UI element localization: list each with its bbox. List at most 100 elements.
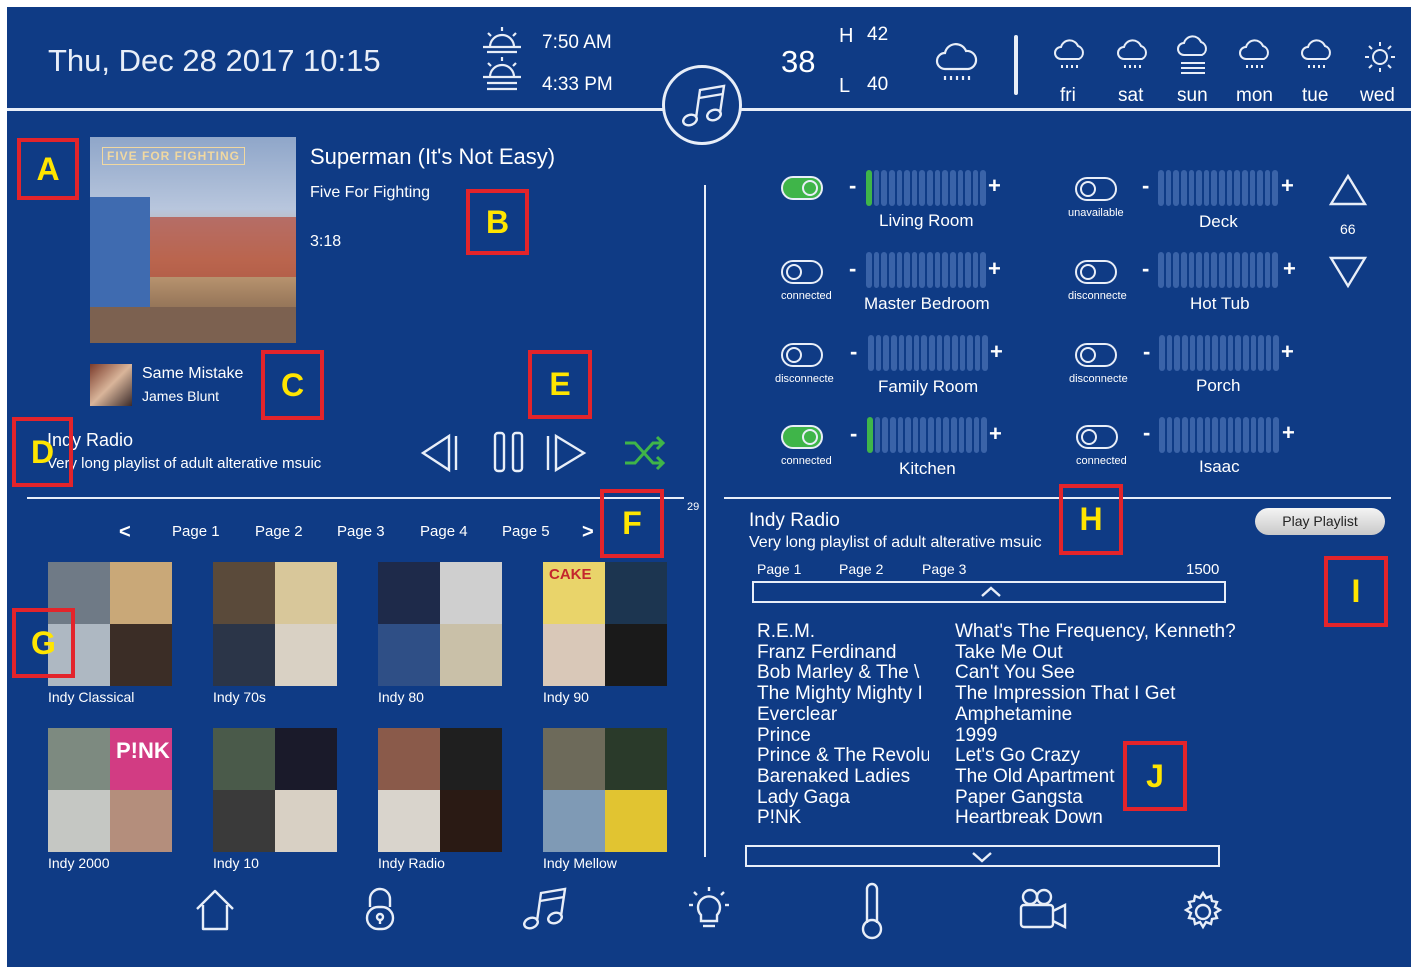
zone-minus-button[interactable]: - — [1142, 256, 1149, 282]
zone-plus-button[interactable]: + — [989, 421, 1002, 447]
browser-page-link[interactable]: Page 1 — [172, 523, 220, 540]
zone-plus-button[interactable]: + — [988, 256, 1001, 282]
zone-toggle[interactable] — [1075, 260, 1117, 284]
browser-page-link[interactable]: Page 3 — [337, 523, 385, 540]
track-title-cell[interactable]: The Impression That I Get — [955, 683, 1175, 705]
previous-icon[interactable] — [419, 432, 463, 479]
zone-volume-bar[interactable] — [1159, 416, 1279, 454]
zone-volume-bar[interactable] — [867, 416, 987, 454]
volume-segment — [883, 335, 889, 371]
track-artist-cell[interactable]: Lady Gaga — [757, 787, 929, 809]
track-artist-cell[interactable]: Bob Marley & The \ — [757, 662, 929, 684]
zone-toggle[interactable] — [1076, 425, 1118, 449]
camera-icon[interactable] — [1018, 887, 1068, 936]
browser-prev-button[interactable]: < — [119, 521, 131, 544]
track-artist-cell[interactable]: P!NK — [757, 807, 929, 829]
play-playlist-button[interactable]: Play Playlist — [1255, 508, 1385, 535]
browser-page-link[interactable]: Page 5 — [502, 523, 550, 540]
track-title-cell[interactable]: Take Me Out — [955, 642, 1063, 664]
playlist-tile-label: Indy 90 — [543, 689, 589, 705]
music-mode-button[interactable] — [662, 65, 742, 145]
track-title-cell[interactable]: 1999 — [955, 725, 997, 747]
app-panel: Thu, Dec 28 2017 10:15 7:50 AM 4:33 PM 3… — [7, 7, 1411, 967]
zone-minus-button[interactable]: - — [1143, 339, 1150, 365]
volume-segment — [912, 417, 919, 453]
zone-toggle[interactable] — [781, 176, 823, 200]
zone-plus-button[interactable]: + — [1283, 256, 1296, 282]
zone-minus-button[interactable]: - — [850, 421, 857, 447]
zone-minus-button[interactable]: - — [1142, 173, 1149, 199]
shuffle-icon[interactable] — [623, 435, 667, 476]
zone-volume-bar[interactable] — [1158, 251, 1278, 289]
volume-segment — [980, 170, 986, 206]
playlist-tile[interactable] — [213, 562, 337, 686]
track-artist-cell[interactable]: Prince & The Revolu — [757, 745, 929, 767]
playlist-tile[interactable] — [213, 728, 337, 852]
track-title-cell[interactable]: Amphetamine — [955, 704, 1072, 726]
playlist-tile[interactable] — [543, 728, 667, 852]
track-artist-cell[interactable]: The Mighty Mighty I — [757, 683, 929, 705]
zone-volume-bar[interactable] — [866, 169, 986, 207]
pause-icon[interactable] — [493, 429, 525, 480]
scroll-up-button[interactable] — [752, 581, 1226, 603]
track-title-cell[interactable]: Let's Go Crazy — [955, 745, 1080, 767]
volume-up-icon[interactable] — [1328, 173, 1368, 212]
playlist-tile[interactable]: CAKE — [543, 562, 667, 686]
zone-plus-button[interactable]: + — [990, 339, 1003, 365]
zone-minus-button[interactable]: - — [850, 339, 857, 365]
zone-plus-button[interactable]: + — [988, 173, 1001, 199]
scroll-down-button[interactable] — [745, 845, 1220, 867]
track-artist-cell[interactable]: Prince — [757, 725, 929, 747]
volume-segment — [967, 335, 973, 371]
forecast-day: wed — [1360, 85, 1395, 106]
zone-volume-bar[interactable] — [1158, 169, 1278, 207]
browser-page-link[interactable]: Page 2 — [255, 523, 303, 540]
section-divider-right — [724, 497, 1391, 499]
zone-toggle[interactable] — [1075, 177, 1117, 201]
track-title-cell[interactable]: Heartbreak Down — [955, 807, 1103, 829]
playlist-tile[interactable]: P!NK — [48, 728, 172, 852]
music-icon[interactable] — [519, 887, 569, 938]
detail-page-link[interactable]: Page 1 — [757, 561, 801, 577]
zone-toggle[interactable] — [781, 260, 823, 284]
track-title-cell[interactable]: Paper Gangsta — [955, 787, 1083, 809]
zone-volume-bar[interactable] — [1159, 334, 1279, 372]
zone-toggle[interactable] — [781, 425, 823, 449]
detail-page-link[interactable]: Page 2 — [839, 561, 883, 577]
detail-page-link[interactable]: Page 3 — [922, 561, 966, 577]
zone-minus-button[interactable]: - — [1143, 420, 1150, 446]
track-title-cell[interactable]: Can't You See — [955, 662, 1075, 684]
track-artist-cell[interactable]: Franz Ferdinand — [757, 642, 929, 664]
zone-plus-button[interactable]: + — [1282, 420, 1295, 446]
playlist-tile[interactable] — [378, 728, 502, 852]
thermometer-icon[interactable] — [860, 882, 884, 946]
zone-minus-button[interactable]: - — [849, 256, 856, 282]
track-artist-cell[interactable]: Barenaked Ladies — [757, 766, 929, 788]
zone-toggle[interactable] — [1075, 343, 1117, 367]
zone-toggle[interactable] — [781, 343, 823, 367]
zone-volume-bar[interactable] — [868, 334, 988, 372]
volume-segment — [1273, 417, 1279, 453]
volume-down-icon[interactable] — [1328, 255, 1368, 294]
browser-item-count: 29 — [687, 501, 700, 513]
lock-icon[interactable] — [364, 885, 396, 938]
zone-minus-button[interactable]: - — [849, 173, 856, 199]
next-icon[interactable] — [544, 432, 588, 479]
browser-next-button[interactable]: > — [582, 521, 594, 544]
gear-icon[interactable] — [1180, 889, 1226, 940]
playlist-tile-label: Indy 2000 — [48, 855, 110, 871]
volume-segment — [927, 170, 933, 206]
lightbulb-icon[interactable] — [686, 885, 732, 940]
home-icon[interactable] — [193, 887, 237, 938]
browser-page-link[interactable]: Page 4 — [420, 523, 468, 540]
track-title-cell[interactable]: The Old Apartment — [955, 766, 1114, 788]
playlist-tile[interactable] — [378, 562, 502, 686]
track-artist-cell[interactable]: Everclear — [757, 704, 929, 726]
zone-volume-bar[interactable] — [866, 251, 986, 289]
track-title-cell[interactable]: What's The Frequency, Kenneth? — [955, 621, 1236, 643]
zone-plus-button[interactable]: + — [1281, 173, 1294, 199]
track-artist-cell[interactable]: R.E.M. — [757, 621, 929, 643]
tile-text: CAKE — [549, 566, 592, 583]
zone-plus-button[interactable]: + — [1281, 339, 1294, 365]
volume-segment — [1264, 170, 1271, 206]
